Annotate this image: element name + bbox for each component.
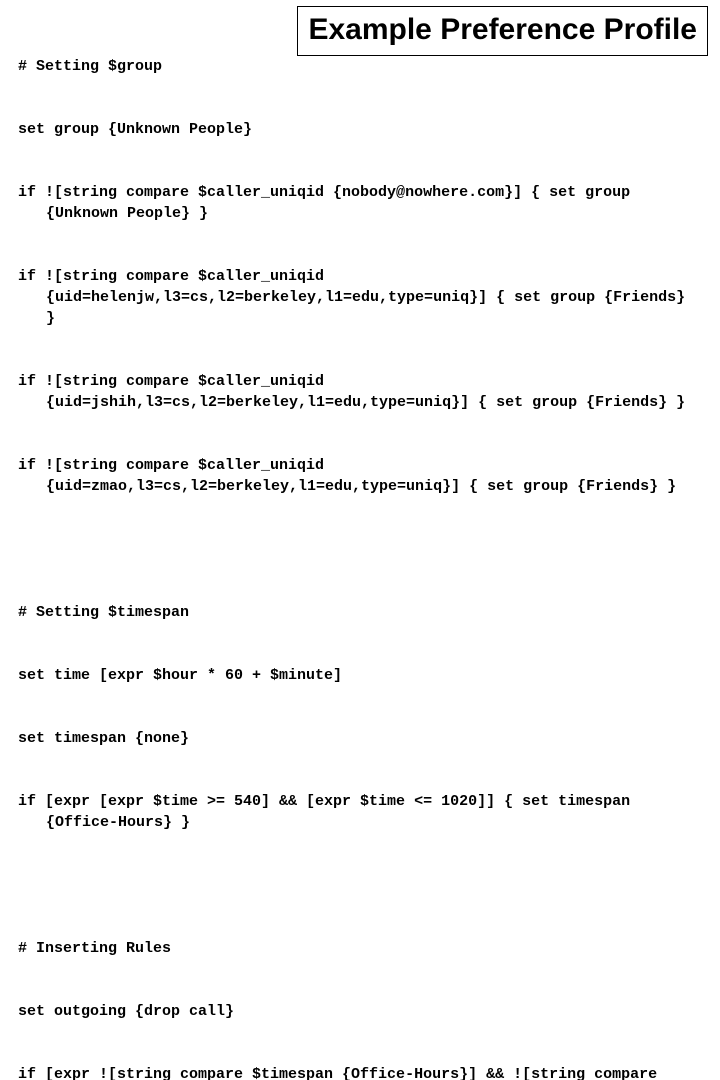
slide-title-box: Example Preference Profile — [297, 6, 708, 56]
code-line: set time [expr $hour * 60 + $minute] — [18, 665, 702, 686]
code-line: if ![string compare $caller_uniqid {uid=… — [18, 371, 702, 413]
code-line: if ![string compare $caller_uniqid {uid=… — [18, 266, 702, 329]
code-line: # Inserting Rules — [18, 938, 702, 959]
code-line: if ![string compare $caller_uniqid {nobo… — [18, 182, 702, 224]
code-line: set group {Unknown People} — [18, 119, 702, 140]
code-block-group: # Setting $group set group {Unknown Peop… — [18, 14, 702, 539]
slide-body: # Setting $group set group {Unknown Peop… — [0, 0, 720, 1080]
blank-line — [18, 875, 702, 896]
code-line: if [expr ![string compare $timespan {Off… — [18, 1064, 702, 1080]
blank-line — [18, 539, 702, 560]
code-line: # Setting $timespan — [18, 602, 702, 623]
code-block-timespan: # Setting $timespan set time [expr $hour… — [18, 560, 702, 875]
slide-title: Example Preference Profile — [308, 13, 697, 46]
code-line: # Setting $group — [18, 56, 702, 77]
code-line: if [expr [expr $time >= 540] && [expr $t… — [18, 791, 702, 833]
code-block-rules: # Inserting Rules set outgoing {drop cal… — [18, 896, 702, 1080]
code-line: if ![string compare $caller_uniqid {uid=… — [18, 455, 702, 497]
code-line: set timespan {none} — [18, 728, 702, 749]
code-line: set outgoing {drop call} — [18, 1001, 702, 1022]
